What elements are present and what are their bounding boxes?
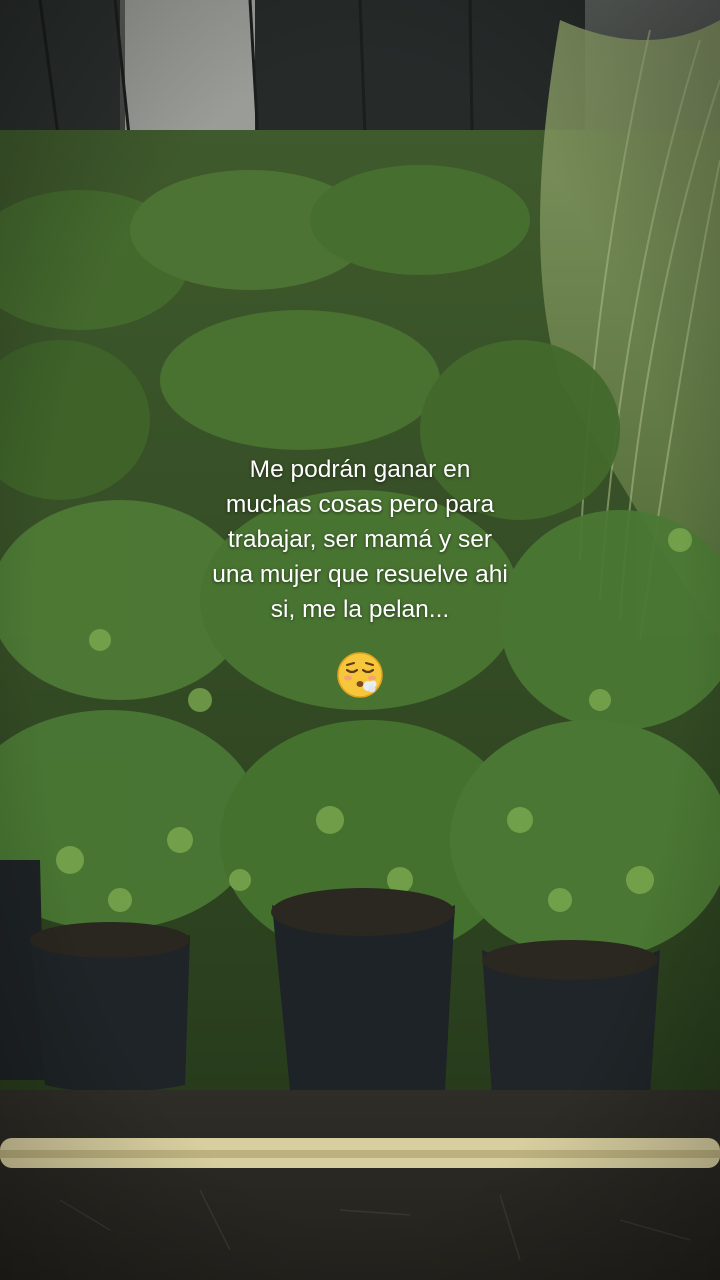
plant-nursery-photo: [0, 0, 720, 1280]
caption-line-5: si, me la pelan...: [270, 596, 450, 623]
caption-line-1: Me podrán ganar en: [249, 456, 471, 483]
exhaling-face-emoji: [337, 652, 383, 698]
video-frame: Me podrán ganar en muchas cosas pero par…: [0, 0, 720, 1280]
caption-line-4: una mujer que resuelve ahi: [212, 561, 508, 588]
caption-line-2: muchas cosas pero para: [225, 491, 495, 518]
caption-text: Me podrán ganar en muchas cosas pero par…: [160, 452, 560, 627]
caption-line-3: trabajar, ser mamá y ser: [227, 526, 493, 553]
